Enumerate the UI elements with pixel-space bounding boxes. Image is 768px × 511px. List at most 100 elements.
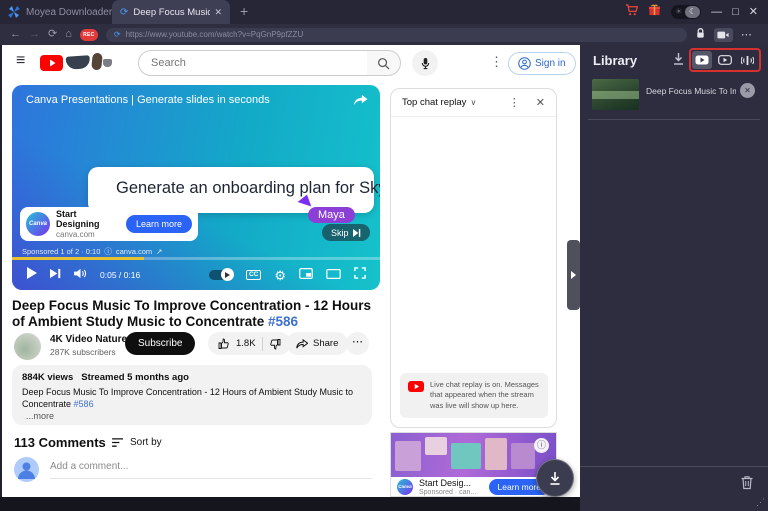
- subscribe-button[interactable]: Subscribe: [125, 332, 196, 355]
- back-button[interactable]: ←: [10, 29, 21, 40]
- player-controls: 0:05 / 0:16 CC ⚙: [12, 260, 380, 290]
- more-actions-button[interactable]: ⋯: [346, 332, 369, 355]
- close-button[interactable]: ✕: [749, 6, 758, 18]
- external-link-icon: ↗: [156, 247, 163, 256]
- volume-icon[interactable]: [74, 266, 87, 284]
- search-input[interactable]: [138, 50, 368, 76]
- video-play-button[interactable]: [715, 51, 735, 69]
- gift-icon[interactable]: [648, 3, 661, 21]
- lock-icon[interactable]: [695, 26, 706, 44]
- video-capture-icon[interactable]: [713, 27, 733, 42]
- learn-more-button[interactable]: Learn more: [125, 215, 192, 233]
- ad-info-card[interactable]: Canva Start Designing canva.com Learn mo…: [20, 207, 198, 241]
- skip-label: Skip: [331, 227, 349, 238]
- video-title-hashtag[interactable]: #586: [268, 314, 298, 329]
- new-tab-button[interactable]: +: [240, 3, 248, 19]
- display-ad-card[interactable]: ⓘ Canva Start Desig... Sponsored · can..…: [390, 432, 557, 497]
- download-icon: [550, 471, 560, 485]
- share-icon: [296, 338, 308, 348]
- yt-kebab-icon[interactable]: ⋮: [490, 54, 503, 70]
- sponsored-line: Sponsored 1 of 2 · 0:10 ⓘ canva.com ↗: [22, 246, 162, 257]
- download-fab-button[interactable]: [536, 459, 574, 497]
- tab-loading-icon: ⟳: [120, 6, 129, 18]
- ad-info-icon[interactable]: ⓘ: [534, 438, 549, 453]
- divider: [580, 466, 768, 467]
- skip-icon: [352, 228, 360, 237]
- play-button[interactable]: [26, 266, 37, 284]
- show-more-button[interactable]: ...more: [26, 411, 362, 421]
- resize-grip[interactable]: ⋰: [756, 497, 765, 508]
- next-button[interactable]: [50, 266, 61, 284]
- minimize-button[interactable]: —: [711, 6, 722, 18]
- add-comment-input[interactable]: Add a comment...: [50, 461, 372, 479]
- view-count: 884K views: [22, 372, 74, 383]
- browser-tab[interactable]: ⟳ Deep Focus Music To ✕: [112, 0, 230, 24]
- reload-button[interactable]: ⟳: [48, 29, 57, 40]
- theme-toggle[interactable]: ☀ ☾: [671, 5, 702, 19]
- time-display: 0:05 / 0:16: [100, 270, 141, 280]
- rec-badge[interactable]: REC: [79, 28, 98, 41]
- sort-by-label: Sort by: [130, 437, 162, 448]
- miniplayer-icon[interactable]: [299, 266, 313, 284]
- forward-button[interactable]: →: [29, 29, 40, 40]
- ad-advertiser: Start Designing: [56, 209, 100, 229]
- share-button[interactable]: Share: [286, 332, 349, 355]
- library-download-icon[interactable]: [672, 52, 685, 71]
- theater-mode-icon[interactable]: [326, 266, 341, 284]
- library-title: Library: [593, 53, 638, 68]
- web-content: ≡ ⋮ Sign in Canva Presentations | Genera…: [2, 45, 580, 497]
- thumbs-up-icon: [218, 338, 229, 349]
- ad-image[interactable]: ⓘ: [391, 433, 556, 477]
- url-bar[interactable]: ⟳ https://www.youtube.com/watch?v=PqGnP9…: [105, 27, 687, 42]
- chat-panel: Top chat replay ∨ ⋮ ✕ Live chat replay i…: [390, 88, 557, 428]
- library-item-remove-button[interactable]: ✕: [740, 83, 755, 98]
- logo-artifact: [65, 55, 91, 70]
- trash-icon[interactable]: [740, 475, 754, 495]
- info-icon[interactable]: ⓘ: [104, 246, 112, 257]
- audio-button[interactable]: [738, 51, 758, 69]
- ad-headline[interactable]: Canva Presentations | Generate slides in…: [26, 94, 270, 106]
- search-field[interactable]: [139, 57, 367, 69]
- bottom-frame: [0, 497, 580, 511]
- share-arrow-icon[interactable]: [353, 93, 368, 111]
- chat-filter-dropdown[interactable]: Top chat replay: [402, 97, 466, 108]
- sponsored-domain[interactable]: canva.com: [116, 247, 152, 256]
- home-button[interactable]: ⌂: [65, 29, 72, 40]
- yt-menu-icon[interactable]: ≡: [16, 53, 25, 69]
- canva-logo-icon: Canva: [397, 478, 413, 495]
- video-player[interactable]: Canva Presentations | Generate slides in…: [12, 85, 380, 290]
- youtube-logo-icon[interactable]: [40, 55, 63, 71]
- title-bar: Moyea Downloader ⟳ Deep Focus Music To ✕…: [0, 0, 768, 24]
- channel-avatar[interactable]: [14, 333, 41, 360]
- captions-icon[interactable]: CC: [245, 269, 262, 281]
- comments-count: 113 Comments: [14, 435, 106, 450]
- autoplay-toggle[interactable]: [208, 268, 234, 281]
- app-title: Moyea Downloader: [26, 6, 113, 18]
- chat-close-icon[interactable]: ✕: [536, 96, 545, 109]
- like-count: 1.8K: [236, 338, 256, 349]
- sign-in-button[interactable]: Sign in: [508, 52, 576, 75]
- sort-by-button[interactable]: Sort by: [112, 437, 162, 448]
- chat-kebab-icon[interactable]: ⋮: [509, 96, 520, 109]
- page-loading-icon: ⟳: [113, 29, 121, 39]
- description-hashtag[interactable]: #586: [74, 399, 94, 409]
- library-item-thumbnail[interactable]: [592, 79, 639, 110]
- share-label: Share: [313, 338, 339, 349]
- fullscreen-icon[interactable]: [354, 266, 366, 284]
- mic-button[interactable]: [412, 50, 438, 76]
- youtube-icon: [408, 380, 424, 392]
- library-item-title[interactable]: Deep Focus Music To Im...: [646, 86, 736, 96]
- panel-collapse-handle[interactable]: [567, 240, 580, 310]
- search-button[interactable]: [367, 50, 401, 76]
- description-box[interactable]: 884K views Streamed 5 months ago Deep Fo…: [12, 365, 372, 425]
- chat-notice-text: Live chat replay is on. Messages that ap…: [430, 379, 539, 410]
- settings-gear-icon[interactable]: ⚙: [274, 269, 286, 282]
- skip-ad-button[interactable]: Skip: [322, 224, 370, 241]
- video-source-button[interactable]: [692, 51, 713, 69]
- cart-icon[interactable]: [625, 3, 639, 21]
- browser-menu-icon[interactable]: ⋯: [741, 28, 752, 41]
- like-dislike-buttons[interactable]: 1.8K: [208, 332, 291, 355]
- tab-close-icon[interactable]: ✕: [214, 7, 222, 18]
- url-text: https://www.youtube.com/watch?v=PqGnP9pf…: [125, 30, 304, 39]
- maximize-button[interactable]: □: [732, 6, 739, 18]
